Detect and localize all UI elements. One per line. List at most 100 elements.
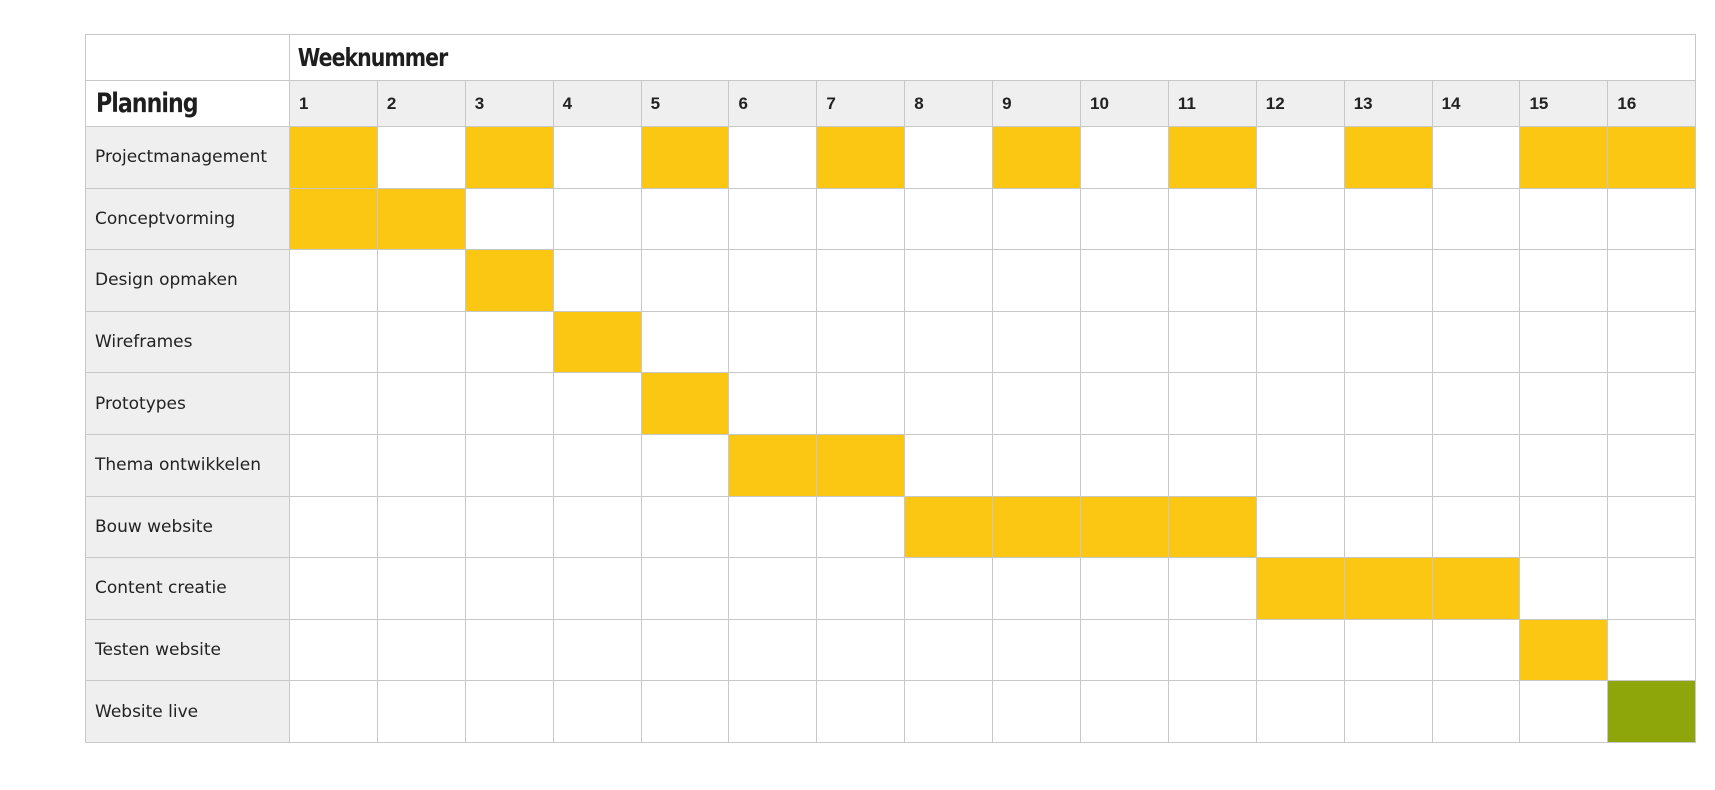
- week-number-14: 14: [1431, 80, 1521, 127]
- week-number-2: 2: [376, 80, 466, 127]
- planning-title: Planning: [85, 80, 290, 127]
- task-label: Content creatie: [85, 557, 290, 620]
- empty-cell: [552, 433, 642, 497]
- empty-cell: [1255, 187, 1345, 251]
- empty-cell: [1343, 187, 1433, 251]
- title-row: Weeknummer: [85, 34, 1696, 81]
- planning-table: Weeknummer Planning 1 2 3 4 5 6 7 8 9 10 11 12 13 14 1…: [85, 34, 1697, 743]
- empty-cell: [1431, 126, 1521, 189]
- gantt-bar: [1607, 126, 1697, 189]
- empty-cell: [1080, 310, 1169, 374]
- empty-cell: [1519, 249, 1609, 312]
- empty-cell: [1255, 249, 1345, 312]
- empty-cell: [1607, 372, 1697, 435]
- empty-cell: [1519, 372, 1609, 435]
- empty-cell: [904, 310, 994, 374]
- empty-cell: [1080, 680, 1169, 743]
- gantt-bar: [1431, 557, 1521, 620]
- empty-cell: [376, 126, 466, 189]
- empty-cell: [992, 249, 1082, 312]
- task-row: Projectmanagement: [85, 126, 1697, 189]
- task-row: Thema ontwikkelen: [85, 433, 1697, 497]
- week-number-5: 5: [640, 80, 730, 127]
- task-label: Projectmanagement: [85, 126, 290, 189]
- task-row: Content creatie: [85, 557, 1697, 620]
- empty-cell: [1431, 618, 1521, 682]
- empty-cell: [1167, 310, 1257, 374]
- empty-cell: [1343, 310, 1433, 374]
- gantt-bar: [904, 495, 994, 559]
- empty-cell: [1167, 372, 1257, 435]
- empty-cell: [728, 557, 818, 620]
- task-row: Wireframes: [85, 310, 1697, 374]
- corner-cell: [85, 34, 290, 81]
- empty-cell: [904, 126, 994, 189]
- gantt-bar: [289, 187, 378, 251]
- gantt-bar: [1080, 495, 1169, 559]
- week-number-6: 6: [728, 80, 818, 127]
- gantt-bar: [1519, 126, 1609, 189]
- empty-cell: [816, 310, 906, 374]
- week-number-7: 7: [816, 80, 906, 127]
- task-row: Conceptvorming: [85, 187, 1697, 251]
- empty-cell: [992, 372, 1082, 435]
- gantt-bar: [552, 310, 642, 374]
- gantt-bar: [816, 126, 906, 189]
- empty-cell: [376, 310, 466, 374]
- gantt-bar: [289, 126, 378, 189]
- gantt-bar: [1167, 126, 1257, 189]
- empty-cell: [464, 680, 554, 743]
- empty-cell: [1080, 372, 1169, 435]
- gantt-bar: [992, 126, 1082, 189]
- gantt-bar: [640, 126, 730, 189]
- empty-cell: [1607, 557, 1697, 620]
- empty-cell: [1167, 187, 1257, 251]
- gantt-bar: [464, 249, 554, 312]
- task-label: Conceptvorming: [85, 187, 290, 251]
- empty-cell: [1519, 433, 1609, 497]
- empty-cell: [992, 680, 1082, 743]
- task-label: Prototypes: [85, 372, 290, 435]
- empty-cell: [1167, 249, 1257, 312]
- task-row: Website live: [85, 680, 1697, 743]
- empty-cell: [1167, 618, 1257, 682]
- empty-cell: [640, 433, 730, 497]
- empty-cell: [1080, 187, 1169, 251]
- empty-cell: [464, 187, 554, 251]
- empty-cell: [1343, 495, 1433, 559]
- empty-cell: [640, 557, 730, 620]
- task-label: Website live: [85, 680, 290, 743]
- milestone-bar: [1607, 680, 1697, 743]
- gantt-bar: [464, 126, 554, 189]
- empty-cell: [464, 310, 554, 374]
- empty-cell: [816, 372, 906, 435]
- empty-cell: [904, 618, 994, 682]
- empty-cell: [728, 618, 818, 682]
- week-number-row: Planning 1 2 3 4 5 6 7 8 9 10 11 12 13 14 15 16: [85, 80, 1697, 127]
- empty-cell: [1519, 557, 1609, 620]
- empty-cell: [1343, 372, 1433, 435]
- empty-cell: [1431, 495, 1521, 559]
- task-row: Testen website: [85, 618, 1697, 682]
- empty-cell: [1167, 433, 1257, 497]
- week-number-13: 13: [1343, 80, 1433, 127]
- task-label: Testen website: [85, 618, 290, 682]
- week-number-3: 3: [464, 80, 554, 127]
- week-number-11: 11: [1167, 80, 1257, 127]
- empty-cell: [1431, 680, 1521, 743]
- gantt-bar: [1343, 557, 1433, 620]
- week-number-10: 10: [1080, 80, 1169, 127]
- empty-cell: [728, 680, 818, 743]
- empty-cell: [1431, 249, 1521, 312]
- empty-cell: [728, 310, 818, 374]
- empty-cell: [289, 618, 378, 682]
- gantt-bar: [728, 433, 818, 497]
- task-label: Thema ontwikkelen: [85, 433, 290, 497]
- empty-cell: [376, 557, 466, 620]
- empty-cell: [640, 680, 730, 743]
- empty-cell: [1167, 680, 1257, 743]
- empty-cell: [1607, 433, 1697, 497]
- empty-cell: [1519, 680, 1609, 743]
- empty-cell: [552, 680, 642, 743]
- empty-cell: [376, 680, 466, 743]
